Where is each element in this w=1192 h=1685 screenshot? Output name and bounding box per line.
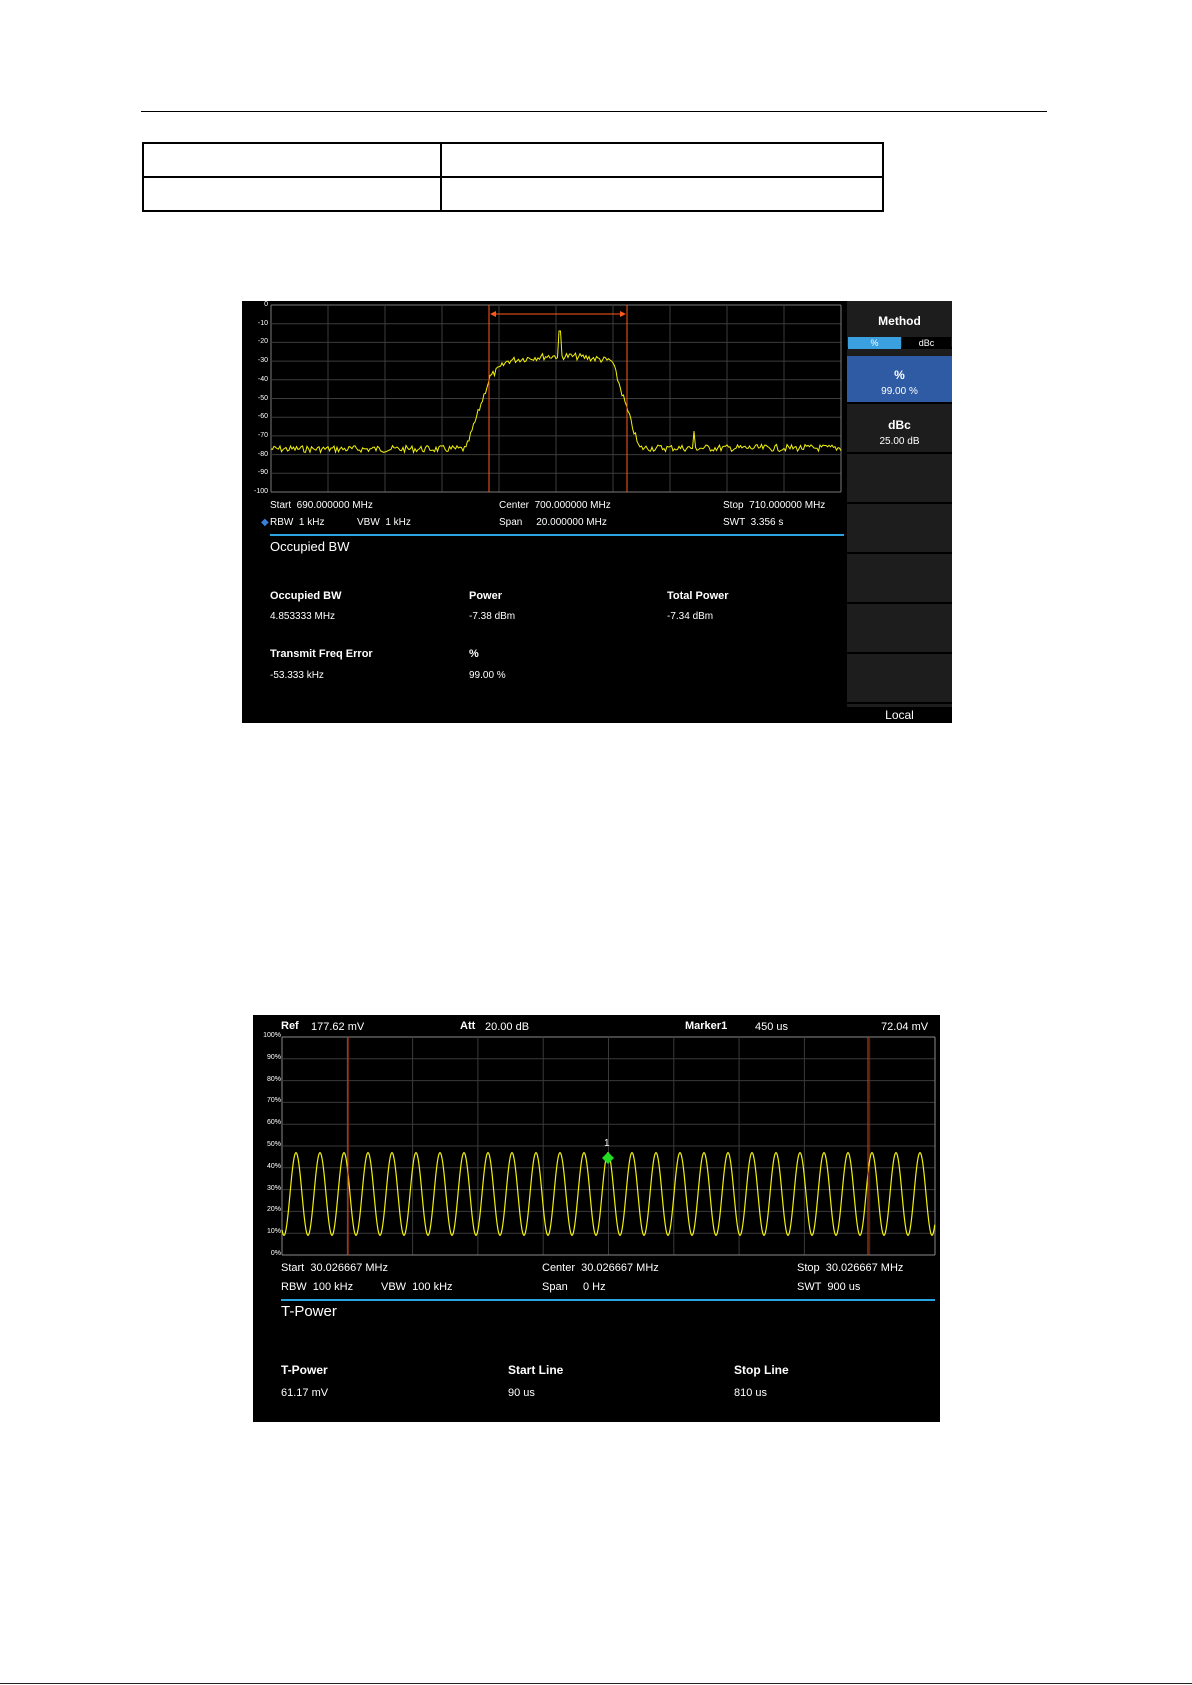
- measurement-title: T-Power: [281, 1303, 337, 1320]
- stop-freq: Stop 30.026667 MHz: [797, 1262, 904, 1274]
- ref-label: Ref: [281, 1020, 299, 1032]
- y-tick-label: 90%: [266, 1053, 281, 1061]
- swt: SWT 3.356 s: [723, 517, 784, 528]
- header-table: [142, 142, 884, 212]
- y-tick-label: 20%: [266, 1206, 281, 1214]
- swt: SWT 900 us: [797, 1281, 861, 1293]
- y-tick-label: -100: [253, 488, 268, 495]
- span: Span 0 Hz: [542, 1281, 606, 1293]
- rbw: RBW 100 kHz: [281, 1281, 354, 1293]
- center-freq: Center 30.026667 MHz: [542, 1262, 659, 1274]
- center-freq: Center 700.000000 MHz: [499, 500, 611, 511]
- stop-line-label: Stop Line: [734, 1363, 789, 1377]
- table-cell: [440, 142, 884, 178]
- percent-button-label: %: [894, 368, 905, 382]
- vbw: VBW 1 kHz: [357, 517, 411, 528]
- softkey-menu: Method % dBc % 99.00 % dBc 25.00 dB Loca…: [847, 301, 952, 723]
- power-label: Power: [469, 590, 503, 602]
- time-domain-display: [281, 1036, 936, 1256]
- stop-line-value: 810 us: [734, 1387, 768, 1399]
- table-cell: [142, 142, 442, 178]
- occupied-bw-label: Occupied BW: [270, 590, 342, 602]
- footer-rule: [0, 1683, 1192, 1684]
- span: Span 20.000000 MHz: [499, 517, 607, 528]
- y-tick-label: 60%: [266, 1119, 281, 1127]
- y-tick-label: -40: [257, 375, 268, 383]
- ref-value: 177.62 mV: [311, 1021, 365, 1033]
- spectrum-grid: [270, 304, 842, 493]
- y-tick-label: 10%: [266, 1228, 281, 1236]
- y-tick-label: -60: [257, 413, 268, 421]
- y-tick-label: 0%: [270, 1250, 281, 1257]
- softkey-empty[interactable]: [847, 556, 952, 604]
- marker1-diamond-icon: [602, 1152, 614, 1164]
- start-freq: Start 30.026667 MHz: [281, 1262, 389, 1274]
- table-row: [142, 142, 884, 178]
- header-rule: [141, 111, 1047, 112]
- vbw: VBW 100 kHz: [381, 1281, 453, 1293]
- y-tick-label: 70%: [266, 1097, 281, 1105]
- section-divider: [281, 1299, 935, 1301]
- y-tick-label: -30: [257, 357, 268, 365]
- marker1-time: 450 us: [755, 1021, 789, 1033]
- att-value: 20.00 dB: [485, 1021, 530, 1033]
- y-tick-label: -70: [257, 431, 268, 439]
- start-line-value: 90 us: [508, 1387, 535, 1399]
- method-label: Method: [878, 314, 921, 328]
- percent-button-value: 99.00 %: [881, 386, 918, 397]
- marker1-number: 1: [604, 1138, 610, 1149]
- total-power-label: Total Power: [667, 590, 729, 602]
- power-value: -7.38 dBm: [469, 611, 516, 622]
- dbc-button[interactable]: dBc 25.00 dB: [847, 406, 952, 454]
- rbw-indicator-icon: ◆: [261, 517, 269, 528]
- rbw: RBW 1 kHz: [270, 517, 325, 528]
- occupied-bw-value: 4.853333 MHz: [270, 611, 336, 622]
- marker1-value: 72.04 mV: [881, 1021, 929, 1033]
- y-tick-label: 100%: [263, 1032, 281, 1039]
- freq-error-label: Transmit Freq Error: [270, 648, 373, 660]
- y-tick-label: 0: [264, 301, 268, 308]
- table-row: [142, 176, 884, 212]
- marker1-label: Marker1: [685, 1020, 728, 1032]
- method-dbc-option[interactable]: dBc: [902, 337, 951, 349]
- dbc-button-value: 25.00 dB: [879, 436, 920, 447]
- y-tick-label: -10: [257, 319, 268, 327]
- start-freq: Start 690.000000 MHz: [270, 500, 373, 511]
- att-label: Att: [460, 1020, 476, 1032]
- percent-value: 99.00 %: [469, 670, 506, 681]
- softkey-empty[interactable]: [847, 606, 952, 654]
- total-power-value: -7.34 dBm: [667, 611, 714, 622]
- section-divider: [270, 534, 844, 536]
- y-tick-label: -90: [257, 469, 268, 477]
- softkey-empty[interactable]: [847, 456, 952, 504]
- y-tick-label: 50%: [266, 1141, 281, 1148]
- dbc-button-label: dBc: [888, 418, 911, 432]
- local-button[interactable]: Local: [847, 707, 952, 723]
- table-cell: [142, 176, 442, 212]
- percent-label: %: [469, 648, 479, 660]
- y-tick-label: 80%: [266, 1075, 281, 1083]
- y-tick-label: -50: [257, 394, 268, 402]
- t-power-label: T-Power: [281, 1363, 328, 1377]
- percent-button[interactable]: % 99.00 %: [847, 356, 952, 404]
- y-tick-label: 40%: [266, 1162, 281, 1170]
- method-percent-option[interactable]: %: [848, 337, 901, 349]
- y-tick-label: -20: [257, 338, 268, 346]
- softkey-empty[interactable]: [847, 506, 952, 554]
- measurement-title: Occupied BW: [270, 539, 350, 554]
- stop-freq: Stop 710.000000 MHz: [723, 500, 826, 511]
- softkey-empty[interactable]: [847, 656, 952, 704]
- t-power-screenshot: 1 100% 90% 80% 70% 60% 50% 40% 30% 20% 10% 0% Ref …: [253, 1015, 940, 1422]
- arrow-left-head: [490, 311, 496, 317]
- arrow-right-head: [620, 311, 626, 317]
- y-tick-label: 30%: [266, 1184, 281, 1192]
- y-tick-label: -80: [257, 450, 268, 458]
- start-line-label: Start Line: [508, 1363, 564, 1377]
- occupied-bw-screenshot: 0 -10 -20 -30 -40 -50 -60 -70 -80 -90 -100 Start 6…: [242, 301, 952, 723]
- table-cell: [440, 176, 884, 212]
- freq-error-value: -53.333 kHz: [270, 670, 324, 681]
- t-power-value: 61.17 mV: [281, 1387, 329, 1399]
